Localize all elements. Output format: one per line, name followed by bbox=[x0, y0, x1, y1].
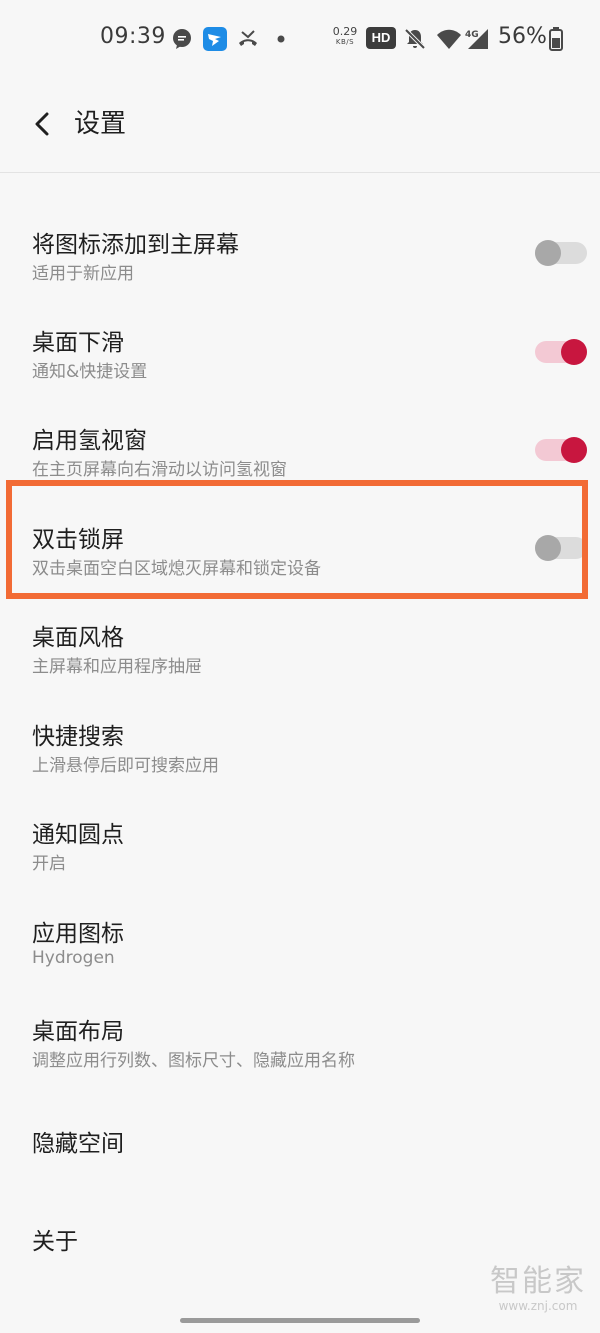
setting-notification-dots[interactable]: 通知圆点 开启 bbox=[0, 793, 600, 891]
setting-title: 通知圆点 bbox=[32, 822, 124, 848]
message-bubble-icon bbox=[171, 26, 193, 52]
setting-subtitle: 上滑悬停后即可搜索应用 bbox=[32, 756, 219, 776]
setting-title: 隐藏空间 bbox=[32, 1131, 124, 1157]
double-tap-lock-toggle[interactable] bbox=[535, 533, 587, 561]
missed-call-icon bbox=[236, 26, 260, 52]
watermark: 智能家 www.znj.com bbox=[483, 1264, 593, 1314]
setting-title: 关于 bbox=[32, 1229, 78, 1255]
mute-bell-icon bbox=[403, 26, 427, 52]
setting-subtitle: 开启 bbox=[32, 854, 66, 874]
battery-icon bbox=[548, 26, 564, 52]
network-speed: 0.29 KB/S bbox=[331, 26, 359, 48]
hydrogen-window-toggle[interactable] bbox=[535, 435, 587, 463]
swipe-down-toggle[interactable] bbox=[535, 337, 587, 365]
back-button[interactable] bbox=[24, 104, 60, 144]
app-bar: 设置 bbox=[0, 80, 600, 172]
setting-title: 桌面风格 bbox=[32, 625, 124, 651]
setting-double-tap-lock[interactable]: 双击锁屏 双击桌面空白区域熄灭屏幕和锁定设备 bbox=[0, 498, 600, 596]
setting-subtitle: 调整应用行列数、图标尺寸、隐藏应用名称 bbox=[32, 1051, 355, 1071]
header-divider bbox=[0, 172, 600, 173]
cellular-signal-icon: 4G bbox=[464, 26, 490, 52]
status-bar: 09:39 0.29 KB/S HD 4G 56% bbox=[0, 0, 600, 80]
setting-hydrogen-window[interactable]: 启用氢视窗 在主页屏幕向右滑动以访问氢视窗 bbox=[0, 399, 600, 497]
toggle-knob bbox=[561, 339, 587, 365]
setting-quick-search[interactable]: 快捷搜索 上滑悬停后即可搜索应用 bbox=[0, 695, 600, 793]
setting-subtitle: 在主页屏幕向右滑动以访问氢视窗 bbox=[32, 460, 287, 480]
toggle-knob bbox=[561, 437, 587, 463]
add-icon-toggle[interactable] bbox=[535, 238, 587, 266]
setting-title: 将图标添加到主屏幕 bbox=[32, 232, 239, 258]
wifi-icon bbox=[435, 26, 463, 52]
setting-title: 应用图标 bbox=[32, 921, 124, 947]
home-indicator[interactable] bbox=[180, 1318, 420, 1323]
setting-add-icon-to-home[interactable]: 将图标添加到主屏幕 适用于新应用 bbox=[0, 203, 600, 301]
setting-subtitle: 通知&快捷设置 bbox=[32, 362, 148, 382]
watermark-url: www.znj.com bbox=[498, 1299, 578, 1313]
setting-hidden-space[interactable]: 隐藏空间 bbox=[0, 1088, 600, 1186]
toggle-knob bbox=[535, 535, 561, 561]
setting-desktop-layout[interactable]: 桌面布局 调整应用行列数、图标尺寸、隐藏应用名称 bbox=[0, 990, 600, 1088]
setting-subtitle: Hydrogen bbox=[32, 948, 115, 968]
setting-title: 快捷搜索 bbox=[32, 724, 124, 750]
network-type-label: 4G bbox=[465, 30, 479, 40]
setting-swipe-down[interactable]: 桌面下滑 通知&快捷设置 bbox=[0, 301, 600, 399]
setting-title: 双击锁屏 bbox=[32, 527, 124, 553]
setting-subtitle: 适用于新应用 bbox=[32, 264, 134, 284]
toggle-knob bbox=[535, 240, 561, 266]
chevron-left-icon bbox=[35, 112, 49, 136]
dot-icon bbox=[276, 26, 286, 52]
setting-desktop-style[interactable]: 桌面风格 主屏幕和应用程序抽屉 bbox=[0, 596, 600, 694]
setting-subtitle: 双击桌面空白区域熄灭屏幕和锁定设备 bbox=[32, 559, 321, 579]
setting-title: 启用氢视窗 bbox=[32, 428, 147, 454]
battery-percent: 56% bbox=[498, 24, 547, 49]
watermark-logo-text: 智能家 bbox=[490, 1264, 586, 1299]
setting-subtitle: 主屏幕和应用程序抽屉 bbox=[32, 657, 202, 677]
hd-badge: HD bbox=[366, 27, 396, 49]
page-title: 设置 bbox=[74, 109, 127, 139]
dingtalk-icon bbox=[203, 26, 227, 52]
setting-title: 桌面下滑 bbox=[32, 330, 124, 356]
setting-app-icons[interactable]: 应用图标 Hydrogen bbox=[0, 892, 600, 990]
status-time: 09:39 bbox=[100, 24, 166, 49]
network-speed-unit: KB/S bbox=[335, 38, 355, 46]
setting-title: 桌面布局 bbox=[32, 1019, 124, 1045]
